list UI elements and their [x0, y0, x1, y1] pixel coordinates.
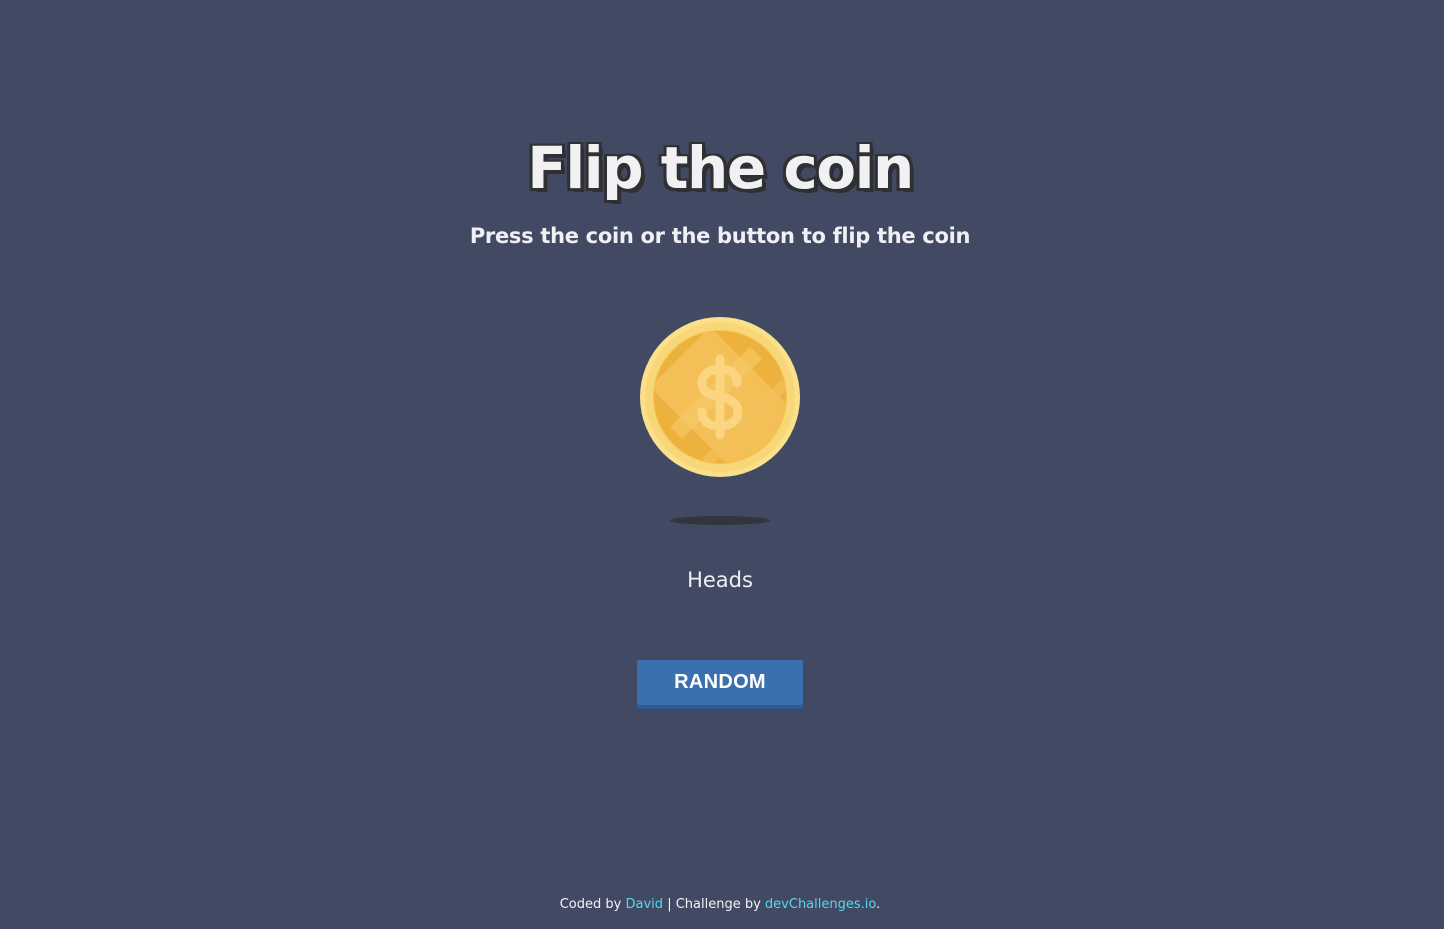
footer-coded-by: Coded by — [559, 897, 622, 912]
devchallenges-link[interactable]: devChallenges.io — [765, 897, 876, 912]
footer: Coded by David | Challenge by devChallen… — [0, 897, 1440, 912]
flip-result: Heads — [687, 568, 753, 592]
coin-shadow — [670, 516, 770, 525]
footer-suffix: . — [876, 897, 881, 912]
author-link[interactable]: David — [626, 897, 664, 912]
dollar-coin-icon — [640, 317, 800, 477]
page: Flip the coin Press the coin or the butt… — [0, 0, 1444, 929]
coin-button[interactable] — [640, 317, 800, 477]
page-title: Flip the coin — [525, 132, 916, 204]
footer-separator: | Challenge by — [667, 897, 761, 912]
random-button[interactable]: RANDOM — [637, 660, 803, 705]
page-subtitle: Press the coin or the button to flip the… — [469, 224, 971, 248]
